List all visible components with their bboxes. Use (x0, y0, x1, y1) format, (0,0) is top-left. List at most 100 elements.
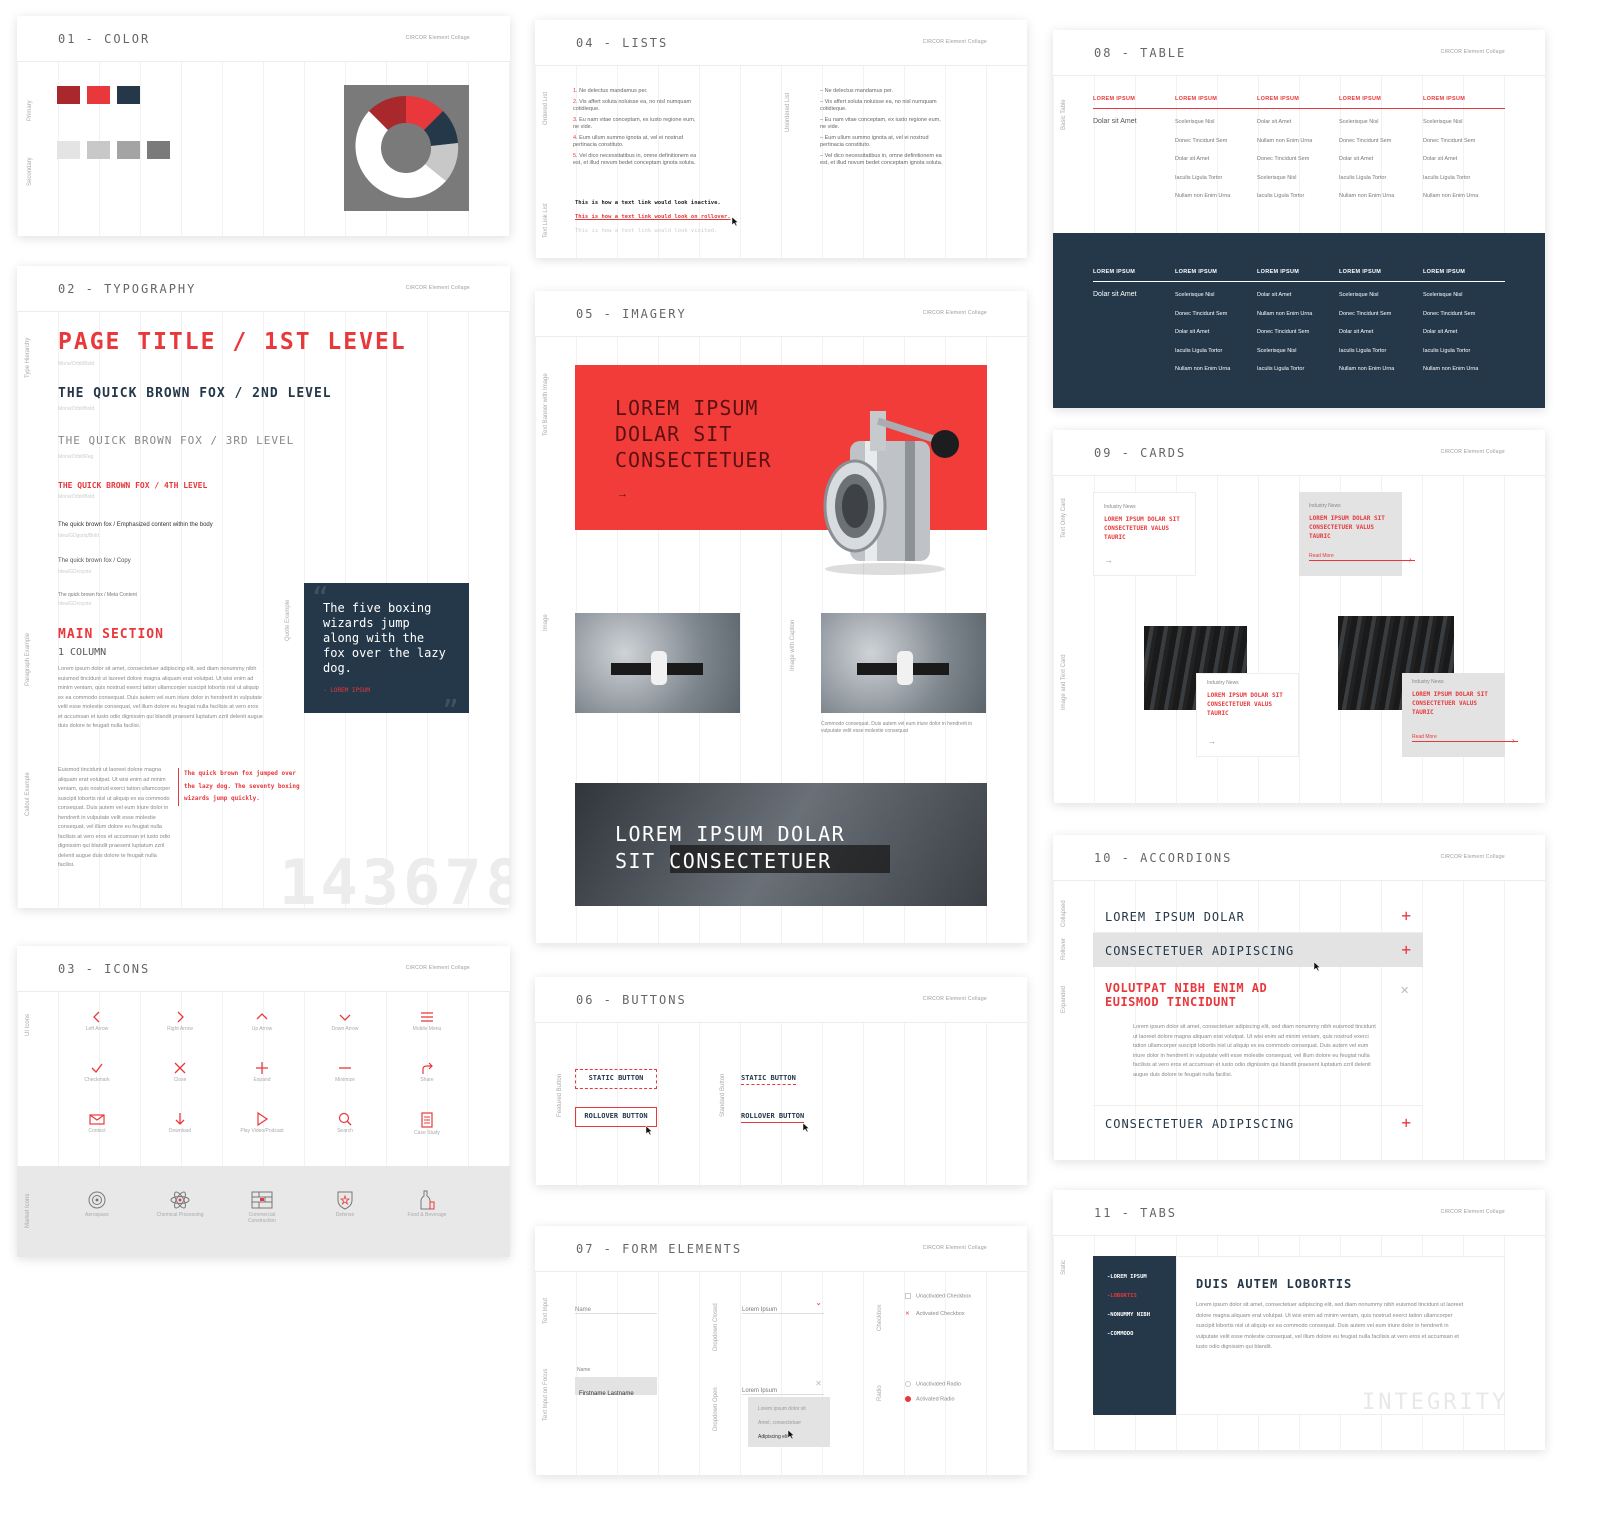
text-card-hover[interactable]: Industry News LOREM IPSUM DOLAR SIT CONS… (1299, 492, 1415, 576)
share-icon[interactable]: Share (387, 1061, 467, 1083)
tab-list: -LOREM IPSUM -LOBORTIS -NONUMMY NIBH -CO… (1093, 1256, 1176, 1415)
icon-label: Contact (88, 1128, 106, 1134)
swatch-red (87, 86, 110, 104)
construction-icon[interactable]: Commercial Construction (222, 1190, 302, 1224)
dropdown-open[interactable]: Lorem Ipsum ✕ (742, 1379, 824, 1395)
expand-icon[interactable]: + (1401, 1113, 1411, 1132)
read-more-link[interactable]: Read More (1309, 553, 1334, 559)
arrow-right-icon[interactable]: → (617, 488, 628, 500)
text-link-inactive[interactable]: This is how a text link would look inact… (575, 200, 721, 206)
read-more-link[interactable]: Read More (1412, 734, 1437, 740)
brand-label: CIRCOR Element Collage (922, 1245, 987, 1251)
featured-rollover-button[interactable]: ROLLOVER BUTTON (575, 1107, 657, 1127)
cursor-icon (731, 216, 739, 227)
table-header: LOREM IPSUM (1423, 269, 1466, 275)
radio-unactivated[interactable]: Unactivated Radio (905, 1381, 961, 1387)
arrow-right-icon[interactable]: → (1207, 736, 1216, 746)
close-icon[interactable]: Close (140, 1061, 220, 1083)
aerospace-icon[interactable]: Aerospace (57, 1190, 137, 1218)
card-heading: LOREM IPSUM DOLAR SIT CONSECTETUER VALUS… (1412, 691, 1488, 716)
table-cell: Dolar sit Amet (1175, 329, 1210, 335)
tab-item[interactable]: -LOREM IPSUM (1107, 1274, 1162, 1280)
mobile-menu-icon[interactable]: Mobile Menu (387, 1010, 467, 1032)
arrow-right-long-icon[interactable] (1412, 741, 1518, 742)
accordion-item-hover[interactable]: CONSECTETUER ADIPISCING + (1093, 933, 1423, 967)
checkbox-checked-icon: ✕ (905, 1311, 910, 1317)
text-link-visited[interactable]: This is how a text link would look visit… (575, 228, 717, 234)
close-icon[interactable]: ✕ (1400, 984, 1409, 997)
checkmark-icon[interactable]: Checkmark (57, 1061, 137, 1083)
name-input[interactable]: Name (575, 1298, 657, 1314)
icon-label: Share (420, 1077, 434, 1083)
minimize-icon[interactable]: Minimize (305, 1061, 385, 1083)
featured-static-button[interactable]: STATIC BUTTON (575, 1069, 657, 1089)
image-overlay-banner[interactable]: LOREM IPSUM DOLAR SIT CONSECTETUER (575, 783, 987, 906)
table-header-rule (1093, 108, 1505, 109)
text-link-rollover[interactable]: This is how a text link would look on ro… (575, 214, 731, 220)
table-cell: Scelerisque Nisl (1175, 119, 1215, 125)
expand-icon[interactable]: + (1401, 906, 1411, 925)
label-dropdown-open: Dropdown Open (713, 1387, 719, 1431)
standard-static-button[interactable]: STATIC BUTTON (741, 1074, 796, 1085)
accordion-item[interactable]: CONSECTETUER ADIPISCING + (1093, 1105, 1423, 1139)
table-cell: Donec Tincidunt Sem (1423, 137, 1476, 144)
play-icon[interactable]: Play Video/Podcast (222, 1112, 302, 1134)
label-static: Static (1061, 1259, 1067, 1275)
download-icon[interactable]: Download (140, 1112, 220, 1134)
list-item: – Vel dico necessitatibus in, omne defin… (820, 152, 943, 167)
right-arrow-icon[interactable]: Right Arrow (140, 1010, 220, 1032)
radio-circle (905, 1381, 911, 1387)
tab-item[interactable]: -COMMODO (1107, 1331, 1162, 1337)
label-type-hierarchy: Type Hierarchy (25, 337, 31, 378)
case-study-icon[interactable]: Case Study (387, 1112, 467, 1136)
accordion-open-title[interactable]: VOLUTPAT NIBH ENIM AD EUISMOD TINCIDUNT (1105, 981, 1305, 1009)
dropdown-option[interactable]: Lorem ipsum dolor sit (758, 1402, 820, 1416)
contact-icon[interactable]: Contact (57, 1112, 137, 1134)
checkbox-unactivated[interactable]: Unactivated Checkbox (905, 1293, 971, 1299)
arrow-right-icon[interactable]: → (1104, 555, 1113, 565)
table-cell: Nullam non Enim Urna (1423, 366, 1479, 372)
quote-cite: - LOREM IPSUM (323, 687, 370, 694)
tab-item[interactable]: -NONUMMY NIBH (1107, 1312, 1162, 1318)
dropdown-option[interactable]: Amet, consectetuer (758, 1416, 820, 1430)
search-icon[interactable]: Search (305, 1112, 385, 1134)
emphasized-text: The quick brown fox / Emphasized content… (58, 522, 213, 528)
food-beverage-icon[interactable]: Food & Beverage (387, 1190, 467, 1218)
swatch-mid-gray (87, 141, 110, 159)
close-icon[interactable]: ✕ (815, 1379, 822, 1388)
icon-label: Up Arrow (251, 1026, 273, 1032)
checkbox-activated[interactable]: ✕ Activated Checkbox (905, 1311, 965, 1317)
tab-item-active[interactable]: -LOBORTIS (1107, 1293, 1162, 1299)
expand-icon[interactable]: Expand (222, 1061, 302, 1083)
arrow-right-long-icon[interactable] (1309, 560, 1415, 561)
accordion-open-body: Lorem ipsum dolor sit amet, consectetuer… (1133, 1024, 1376, 1078)
image-text-card[interactable]: Industry News LOREM IPSUM DOLAR SIT CONS… (1196, 673, 1299, 757)
ordered-list: 1. Ne delectus mandamus per. 2. Vis affe… (573, 88, 698, 168)
table-header: LOREM IPSUM (1175, 96, 1218, 102)
meta-text: The quick brown fox / Meta Content (58, 592, 137, 598)
brand-label: CIRCOR Element Collage (405, 965, 470, 971)
down-arrow-icon[interactable]: Down Arrow (305, 1010, 385, 1032)
dropdown-closed[interactable]: Lorem Ipsum ⌄ (742, 1298, 824, 1314)
expand-icon[interactable]: + (1401, 940, 1411, 959)
radio-activated[interactable]: Activated Radio (905, 1396, 955, 1402)
table-header: LOREM IPSUM (1257, 96, 1300, 102)
left-arrow-icon[interactable]: Left Arrow (57, 1010, 137, 1032)
chemical-processing-icon[interactable]: Chemical Processing (140, 1190, 220, 1218)
image-text-card-hover[interactable]: Industry News LOREM IPSUM DOLAR SIT CONS… (1402, 673, 1518, 757)
table-cell: Iaculis Ligula Tortor (1423, 347, 1471, 354)
radio-label: Unactivated Radio (916, 1381, 961, 1388)
up-arrow-icon[interactable]: Up Arrow (222, 1010, 302, 1032)
radio-selected-icon (905, 1396, 911, 1402)
imagery-card: 05 - IMAGERY CIRCOR Element Collage Text… (535, 291, 1027, 943)
text-card[interactable]: Industry News LOREM IPSUM DOLAR SIT CONS… (1093, 492, 1196, 576)
icon-label: Mobile Menu (412, 1026, 442, 1032)
accordion-item[interactable]: LOREM IPSUM DOLAR + (1093, 899, 1423, 933)
card-title: 04 - LISTS (576, 36, 669, 50)
defense-icon[interactable]: Defense (305, 1190, 385, 1218)
table-row-label: Dolar sit Amet (1093, 118, 1137, 125)
focus-input[interactable]: Firstname Lastname (575, 1377, 657, 1397)
standard-rollover-button[interactable]: ROLLOVER BUTTON (741, 1112, 805, 1123)
label-ordered-list: Ordered List (543, 91, 549, 125)
card-header: 01 - COLOR CIRCOR Element Collage (17, 16, 510, 62)
